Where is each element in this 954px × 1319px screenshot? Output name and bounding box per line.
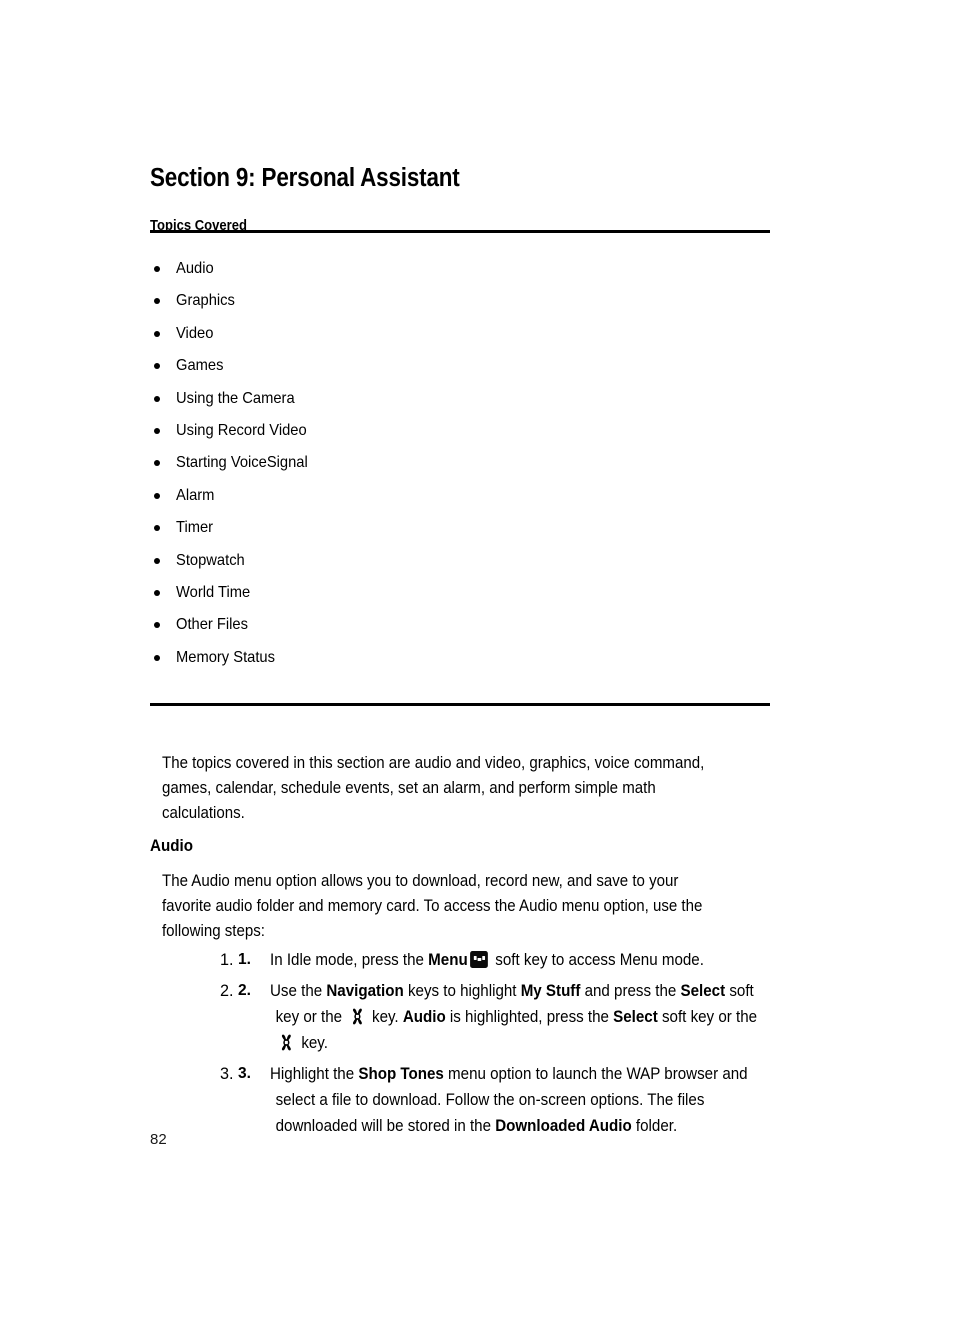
step-item-1: 1. In Idle mode, press the Menu soft key… <box>238 947 818 973</box>
step-text: In Idle mode, press the <box>270 951 429 969</box>
topics-list-item-label: Using Record Video <box>176 421 307 439</box>
step-item-2: 2. Use the Navigation keys to highlight … <box>238 978 818 1057</box>
bullet-icon <box>154 266 160 272</box>
ok-key-icon <box>348 1007 366 1026</box>
topics-list-item: Audio <box>150 259 770 291</box>
topics-list-item: Games <box>150 356 770 388</box>
step-line: key or the key. Audio is highlighted, pr… <box>270 1004 782 1030</box>
topics-list-item: Video <box>150 324 770 356</box>
step-text: folder. <box>631 1117 678 1136</box>
topics-list-item-label: Memory Status <box>176 648 275 666</box>
step-text: keys to highlight <box>403 981 521 1000</box>
step-bold-navigation: Navigation <box>326 981 404 1000</box>
topics-list-item-label: Games <box>176 357 224 375</box>
step-body: Use the Navigation keys to highlight My … <box>270 978 818 1057</box>
step-text: and press the <box>580 981 681 1000</box>
step-line: downloaded will be stored in the Downloa… <box>270 1113 782 1139</box>
topics-list-item-label: Graphics <box>176 292 235 310</box>
topics-list-item-label: Other Files <box>176 616 248 634</box>
step-bold-select: Select <box>613 1007 658 1026</box>
intro-line: The topics covered in this section are a… <box>162 754 705 773</box>
topics-list-item: Graphics <box>150 291 770 323</box>
topics-list-item-label: Starting VoiceSignal <box>176 454 308 472</box>
bullet-icon <box>154 622 160 629</box>
ok-key-icon <box>277 1033 295 1052</box>
audio-paragraph: The Audio menu option allows you to down… <box>162 869 772 943</box>
step-text: Use the <box>270 981 327 1000</box>
step-bold-downloaded-audio: Downloaded Audio <box>495 1117 632 1136</box>
manual-page: Section 9: Personal Assistant Topics Cov… <box>0 0 954 1319</box>
step-bold-select: Select <box>680 981 726 1000</box>
bullet-icon <box>154 298 160 305</box>
step-text: key. <box>297 1034 328 1053</box>
audio-paragraph-line: The Audio menu option allows you to down… <box>162 872 679 891</box>
step-body: In Idle mode, press the Menu soft key to… <box>270 947 818 973</box>
topics-list-item: World Time <box>150 583 770 615</box>
menu-key-icon <box>470 951 489 968</box>
topics-list-item-label: Timer <box>176 519 214 537</box>
intro-paragraph: The topics covered in this section are a… <box>162 751 762 825</box>
step-text: key or the <box>275 1007 347 1026</box>
step-number: 2. <box>238 981 251 999</box>
audio-steps-list: 1. In Idle mode, press the Menu soft key… <box>198 947 818 1144</box>
step-text: soft <box>725 981 754 1000</box>
divider-bottom <box>150 703 770 706</box>
audio-paragraph-line: following steps: <box>162 921 265 940</box>
topics-list-item: Alarm <box>150 486 770 518</box>
topics-list-item-label: Video <box>176 324 214 342</box>
step-line: Use the Navigation keys to highlight My … <box>270 978 782 1004</box>
step-line: key. <box>270 1030 782 1056</box>
topics-list-item-label: Using the Camera <box>176 389 295 407</box>
step-text: soft key or the <box>657 1007 758 1026</box>
topics-list-item: Starting VoiceSignal <box>150 453 770 485</box>
bullet-icon <box>154 330 160 337</box>
step-bold-my-stuff: My Stuff <box>520 981 581 1000</box>
step-text: menu option to launch the WAP browser an… <box>443 1064 748 1083</box>
audio-paragraph-line: favorite audio folder and memory card. T… <box>162 896 703 915</box>
topics-list-item-label: Stopwatch <box>176 551 245 569</box>
intro-line: calculations. <box>162 803 245 822</box>
bullet-icon <box>154 589 160 596</box>
step-body: Highlight the Shop Tones menu option to … <box>270 1061 818 1140</box>
audio-heading: Audio <box>150 836 194 855</box>
step-line: Highlight the Shop Tones menu option to … <box>270 1061 782 1087</box>
step-item-3: 3. Highlight the Shop Tones menu option … <box>238 1061 818 1140</box>
topics-list-item: Other Files <box>150 615 770 647</box>
bullet-icon <box>154 492 160 499</box>
topics-list-item-label: World Time <box>176 583 251 601</box>
step-bold-shop-tones: Shop Tones <box>358 1064 444 1083</box>
bullet-icon <box>154 654 160 661</box>
topics-list: Audio Graphics Video Games Using the Camera U… <box>150 259 770 680</box>
topics-list-item-label: Alarm <box>176 486 215 504</box>
step-number: 3. <box>238 1064 251 1082</box>
topics-list-item: Memory Status <box>150 648 770 680</box>
topics-list-item: Using Record Video <box>150 421 770 453</box>
step-line: In Idle mode, press the Menu soft key to… <box>270 947 782 973</box>
step-number: 1. <box>238 951 251 968</box>
bullet-icon <box>154 525 160 532</box>
step-text: Highlight the <box>270 1064 359 1083</box>
divider-top <box>150 230 770 233</box>
intro-line: games, calendar, schedule events, set an… <box>162 778 656 797</box>
step-bold-audio: Audio <box>402 1007 446 1026</box>
step-text: select a file to download. Follow the on… <box>275 1091 705 1110</box>
bullet-icon <box>154 363 160 370</box>
step-bold-menu: Menu <box>428 951 468 969</box>
step-line: select a file to download. Follow the on… <box>270 1087 782 1113</box>
page-number: 82 <box>150 1131 167 1148</box>
bullet-icon <box>154 460 160 467</box>
bullet-icon <box>154 557 160 564</box>
step-text: key. <box>367 1007 403 1026</box>
topics-list-item-label: Audio <box>176 260 214 277</box>
topics-list-item: Using the Camera <box>150 389 770 421</box>
bullet-icon <box>154 427 160 434</box>
step-text: downloaded will be stored in the <box>275 1117 496 1136</box>
topics-list-item: Timer <box>150 518 770 550</box>
page-title: Section 9: Personal Assistant <box>150 164 460 193</box>
step-text: soft key to access Menu mode. <box>491 951 704 969</box>
topics-list-item: Stopwatch <box>150 551 770 583</box>
bullet-icon <box>154 395 160 402</box>
step-text: is highlighted, press the <box>445 1007 614 1026</box>
